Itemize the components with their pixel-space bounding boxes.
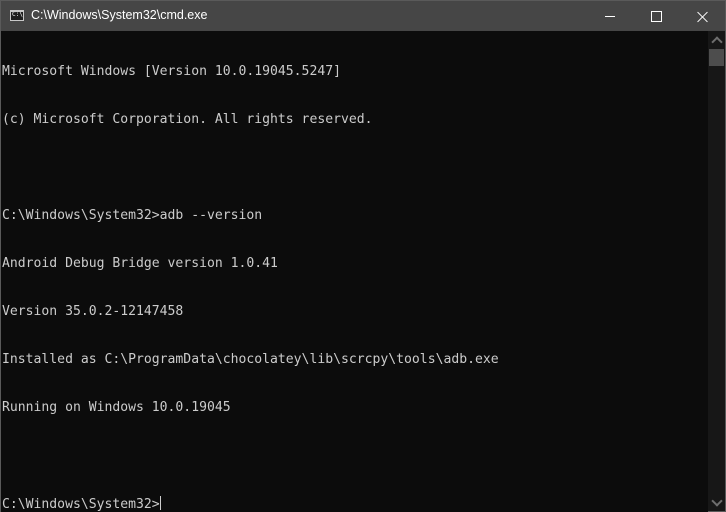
text-cursor <box>159 496 161 510</box>
minimize-icon <box>605 15 615 17</box>
console-line: C:\Windows\System32>adb --version <box>2 208 263 223</box>
close-button[interactable] <box>679 1 725 31</box>
chevron-up-icon <box>710 35 723 48</box>
vertical-scrollbar[interactable] <box>708 31 725 511</box>
minimize-button[interactable] <box>587 1 633 31</box>
console-output[interactable]: Microsoft Windows [Version 10.0.19045.52… <box>1 31 708 512</box>
console-line: Installed as C:\ProgramData\chocolatey\l… <box>2 352 499 367</box>
console-line: Microsoft Windows [Version 10.0.19045.52… <box>2 64 341 79</box>
maximize-icon <box>650 10 662 22</box>
scroll-up-button[interactable] <box>708 31 725 48</box>
console-line: Version 35.0.2-12147458 <box>2 304 184 319</box>
scroll-down-button[interactable] <box>708 494 725 511</box>
title-bar[interactable]: C:\_ C:\Windows\System32\cmd.exe <box>1 1 725 31</box>
console-line: Android Debug Bridge version 1.0.41 <box>2 256 278 271</box>
window-title: C:\Windows\System32\cmd.exe <box>31 8 208 22</box>
close-icon <box>697 11 708 22</box>
cmd-window: C:\_ C:\Windows\System32\cmd.exe Microso… <box>0 0 726 512</box>
chevron-down-icon <box>710 494 723 507</box>
cmd-console-icon[interactable]: C:\_ <box>10 10 24 21</box>
console-line: (c) Microsoft Corporation. All rights re… <box>2 112 373 127</box>
command-prompt-line[interactable]: C:\Windows\System32> <box>1 496 708 512</box>
scrollbar-thumb[interactable] <box>709 49 724 66</box>
maximize-button[interactable] <box>633 1 679 31</box>
command-prompt: C:\Windows\System32> <box>2 497 160 512</box>
console-line: Running on Windows 10.0.19045 <box>2 400 231 415</box>
